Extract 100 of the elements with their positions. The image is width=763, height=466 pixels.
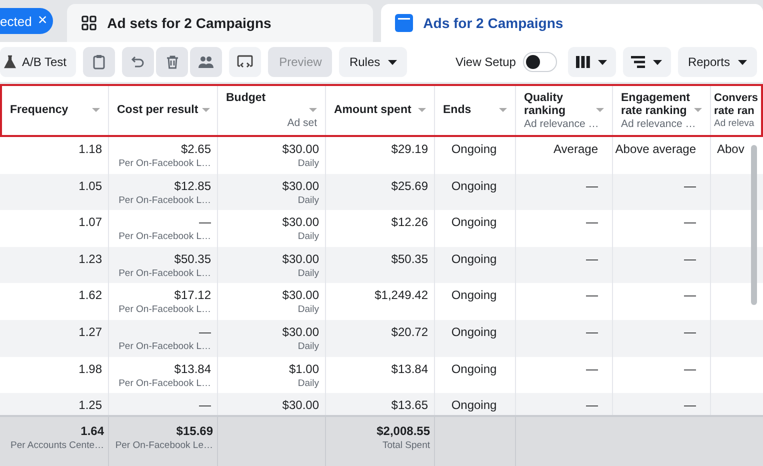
breakdown-icon <box>631 56 646 68</box>
duplicate-icon[interactable] <box>229 47 262 77</box>
tab[interactable]: Ad sets for 2 Campaigns <box>67 4 374 42</box>
table-cell: $25.69 <box>391 178 428 194</box>
cell-subtitle: Per On-Facebook L… <box>118 340 211 354</box>
cell-subtitle: Daily <box>298 303 319 318</box>
table-cell: — <box>684 178 696 194</box>
column-subtitle: Ad releva <box>714 118 756 129</box>
table-cell: 1.05 <box>78 178 102 194</box>
table-cell: Ongoing <box>451 398 497 414</box>
table-cell: 1.18 <box>78 142 102 157</box>
table-cell: — <box>684 215 696 230</box>
table-cell: — <box>684 398 696 414</box>
table-cell: Ongoing <box>451 252 497 267</box>
cell-subtitle: Per On-Facebook L… <box>118 303 211 318</box>
column-subtitle: Ad relevance … <box>621 118 697 130</box>
table-cell: 1.62 <box>78 288 102 304</box>
cell-subtitle: Daily <box>298 266 319 281</box>
columns-dropdown[interactable] <box>568 47 616 77</box>
table-cell: — <box>684 252 696 267</box>
table-cell: Ongoing <box>451 178 497 194</box>
column-header[interactable]: Quality ranking <box>524 92 592 118</box>
table-cell: $50.35 <box>391 252 428 267</box>
table-cell: 1.98 <box>78 362 102 377</box>
column-header[interactable]: Frequency <box>10 104 68 117</box>
columns-icon <box>576 56 590 68</box>
total-value: $2,008.55 <box>376 423 430 439</box>
table-cell: — <box>684 324 696 340</box>
table-cell: $17.12 <box>174 288 211 304</box>
caret-icon <box>738 60 747 64</box>
total-value: $15.69 <box>176 423 213 439</box>
table-cell: Above average <box>615 142 696 157</box>
table-cell: 1.25 <box>78 398 102 414</box>
table-cell: $12.85 <box>174 178 211 194</box>
close-icon[interactable]: × <box>38 12 48 30</box>
table-cell: 1.07 <box>78 215 102 230</box>
flask-icon <box>4 55 16 69</box>
ab-test-button[interactable]: A/B Test <box>0 47 76 77</box>
undo-icon[interactable] <box>122 47 154 77</box>
column-header[interactable]: Amount spent <box>334 104 412 117</box>
table-cell: — <box>586 288 598 304</box>
column-header[interactable]: Engagement rate ranking <box>621 92 690 118</box>
rules-dropdown[interactable]: Rules <box>339 47 408 77</box>
table-cell: — <box>684 288 696 304</box>
table-cell: — <box>199 215 211 230</box>
table-cell: — <box>199 324 211 340</box>
table-cell: $30.00 <box>282 288 319 304</box>
cell-subtitle: Per On-Facebook L… <box>118 376 211 391</box>
table-cell: $20.72 <box>391 324 428 340</box>
caret-icon <box>388 60 398 64</box>
column-header[interactable]: Budget <box>226 92 266 105</box>
clipboard-icon[interactable] <box>83 47 116 77</box>
column-header[interactable]: Convers rate ran <box>714 92 759 118</box>
table-cell: $12.26 <box>391 215 428 230</box>
trash-icon[interactable] <box>156 47 188 77</box>
scrollbar[interactable] <box>751 145 757 305</box>
table-cell: Abov <box>717 142 744 157</box>
total-subtitle: Per On-Facebook Le… <box>115 439 213 453</box>
total-subtitle: Per Accounts Cente… <box>10 439 104 453</box>
reports-dropdown[interactable]: Reports <box>678 47 757 77</box>
column-subtitle: Ad set <box>287 117 317 129</box>
tab[interactable]: Ads for 2 Campaigns <box>381 4 763 42</box>
table-cell: $13.65 <box>391 398 428 414</box>
cell-subtitle: Daily <box>298 194 319 208</box>
people-icon[interactable] <box>190 47 222 77</box>
table-cell: — <box>586 398 598 414</box>
total-subtitle: Total Spent <box>382 439 430 453</box>
table-cell: Ongoing <box>451 288 497 304</box>
table-cell: $30.00 <box>282 178 319 194</box>
cell-subtitle: Per On-Facebook L… <box>118 157 211 171</box>
table-cell: $30.00 <box>282 215 319 230</box>
table-cell: $2.65 <box>180 142 211 157</box>
table-cell: $29.19 <box>391 142 428 157</box>
column-header[interactable]: Ends <box>443 104 472 117</box>
table-cell: — <box>199 398 211 414</box>
cell-subtitle: Daily <box>298 157 319 171</box>
cell-subtitle: Per On-Facebook L… <box>118 194 211 208</box>
cell-subtitle: Daily <box>298 230 319 244</box>
table-cell: 1.27 <box>78 324 102 340</box>
filter-chip[interactable]: ected × <box>0 8 54 34</box>
breakdown-dropdown[interactable] <box>622 47 671 77</box>
table-cell: $13.84 <box>174 362 211 377</box>
view-setup-toggle[interactable] <box>522 52 557 72</box>
caret-icon <box>598 60 608 64</box>
cell-subtitle: Per On-Facebook L… <box>118 230 211 244</box>
table-cell: $30.00 <box>282 324 319 340</box>
cell-subtitle: Daily <box>298 340 319 354</box>
table-cell: $30.00 <box>282 398 319 414</box>
table-cell: Ongoing <box>451 142 497 157</box>
cell-subtitle: Per On-Facebook L… <box>118 266 211 281</box>
table-cell: 1.23 <box>78 252 102 267</box>
table-cell: Ongoing <box>451 324 497 340</box>
column-subtitle: Ad relevance … <box>524 118 600 130</box>
caret-icon <box>653 60 662 64</box>
table-cell: $13.84 <box>391 362 428 377</box>
chip-label: ected <box>0 14 32 28</box>
total-value: 1.64 <box>80 423 104 439</box>
table-cell: Average <box>554 142 598 157</box>
grid-icon <box>81 15 98 31</box>
column-header[interactable]: Cost per result <box>117 104 198 117</box>
